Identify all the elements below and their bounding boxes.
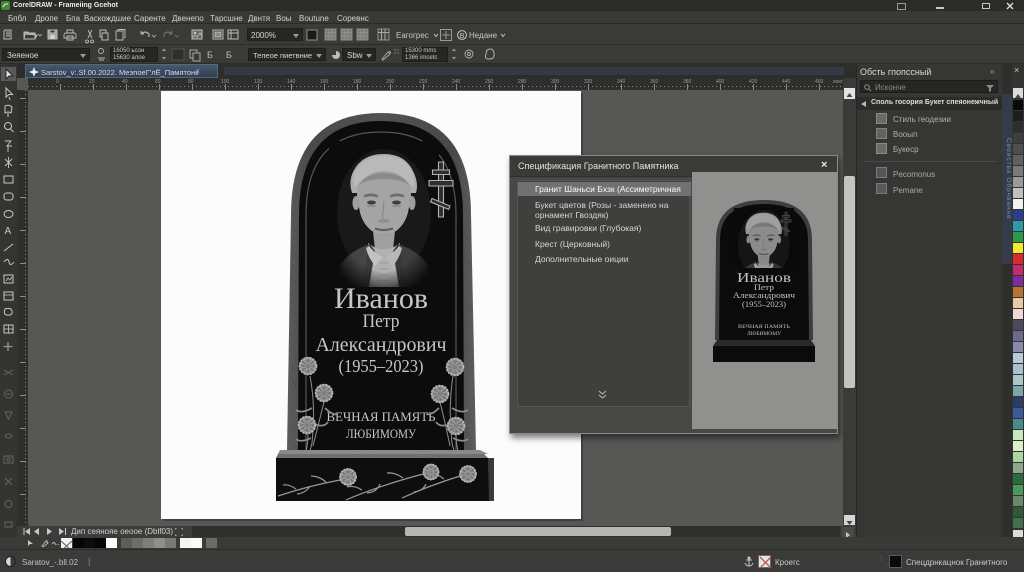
svg-text:(1955–2023): (1955–2023) [339, 356, 424, 377]
svg-text:Б: Б [207, 50, 213, 60]
svg-text:Петр: Петр [363, 311, 400, 332]
svg-text:A: A [5, 226, 12, 237]
svg-text:ЛЮБИМОМУ: ЛЮБИМОМУ [346, 427, 416, 441]
svg-text:Александрович: Александрович [316, 335, 447, 356]
svg-text:(1955–2023): (1955–2023) [742, 300, 786, 309]
svg-text:Б: Б [226, 50, 232, 60]
svg-text:B: B [460, 33, 465, 40]
svg-text:Александрович: Александрович [733, 291, 795, 300]
svg-text:ЛЮБИМОМУ: ЛЮБИМОМУ [747, 331, 781, 337]
svg-text:ВЕЧНАЯ ПАМЯТЬ: ВЕЧНАЯ ПАМЯТЬ [327, 410, 436, 424]
svg-text:ВЕЧНАЯ ПАМЯТЬ: ВЕЧНАЯ ПАМЯТЬ [738, 324, 790, 330]
